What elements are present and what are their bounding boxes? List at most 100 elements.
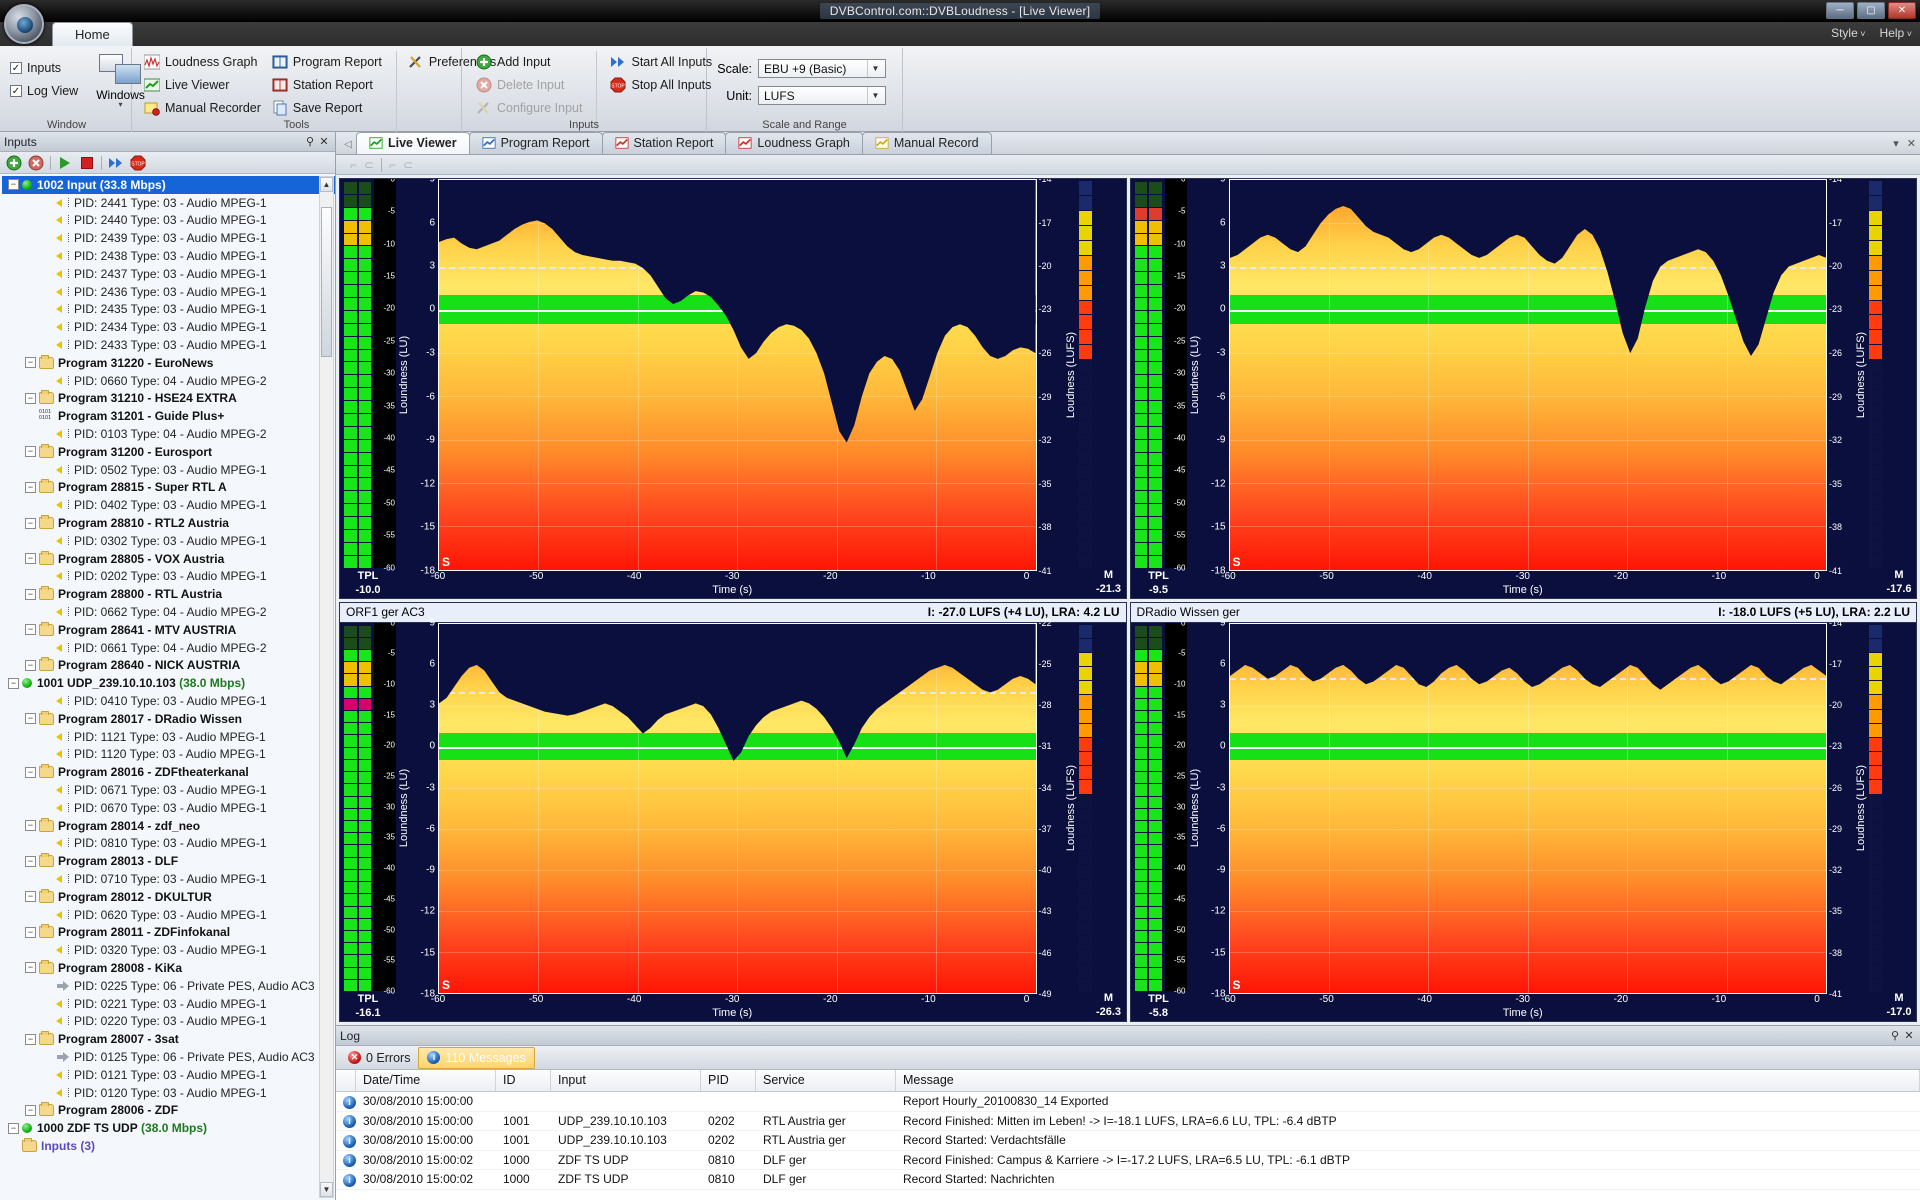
tree-item[interactable]: − Program 28014 - zdf_neo [2,817,335,835]
log-col-service[interactable]: Service [756,1070,896,1091]
tree-item[interactable]: PID: 0660 Type: 04 - Audio MPEG-2 [2,372,335,390]
tree-item[interactable]: PID: 0661 Type: 04 - Audio MPEG-2 [2,639,335,657]
btn-live-viewer[interactable]: Live Viewer [141,74,267,96]
tab-loudness-graph[interactable]: Loudness Graph [725,132,863,154]
log-col-message[interactable]: Message [896,1070,1920,1091]
inputs-tree[interactable]: − 1002 Input (33.8 Mbps) PID: 2441 Type: 0… [0,174,335,1200]
btn-configure-input[interactable]: Configure Input [473,97,588,119]
tree-item[interactable]: PID: 2435 Type: 03 - Audio MPEG-1 [2,301,335,319]
tree-expander-icon[interactable]: − [25,1033,36,1045]
help-menu[interactable]: Help [1880,26,1912,40]
tree-item[interactable]: − Program 28007 - 3sat [2,1030,335,1048]
tree-item[interactable]: PID: 2436 Type: 03 - Audio MPEG-1 [2,283,335,301]
pin-icon[interactable]: ⚲ [1888,1029,1902,1042]
log-col-pid[interactable]: PID [701,1070,756,1091]
tree-expander-icon[interactable]: − [25,446,36,458]
tree-item[interactable]: − 1001 UDP_239.10.10.103 (38.0 Mbps) [2,674,335,692]
log-tabs[interactable]: ✕ 0 Errors i 110 Messages [336,1046,1920,1070]
tree-item[interactable]: − Program 28641 - MTV AUSTRIA [2,621,335,639]
tree-item[interactable]: PID: 0220 Type: 03 - Audio MPEG-1 [2,1012,335,1030]
delete-icon[interactable] [28,155,44,171]
style-menu[interactable]: Style [1831,26,1865,40]
tree-item[interactable]: PID: 0402 Type: 03 - Audio MPEG-1 [2,496,335,514]
tree-expander-icon[interactable]: − [25,553,36,565]
tab-close-icon[interactable]: ✕ [1907,137,1916,150]
tree-expander-icon[interactable]: − [25,1104,36,1116]
tree-item[interactable]: PID: 2439 Type: 03 - Audio MPEG-1 [2,229,335,247]
tree-expander-icon[interactable]: − [25,766,36,778]
log-tab-errors[interactable]: ✕ 0 Errors [340,1048,418,1068]
scroll-down-icon[interactable]: ▼ [320,1182,333,1197]
log-col-id[interactable]: ID [496,1070,551,1091]
tree-item[interactable]: PID: 0502 Type: 03 - Audio MPEG-1 [2,461,335,479]
tree-item[interactable]: PID: 0202 Type: 03 - Audio MPEG-1 [2,568,335,586]
scroll-up-icon[interactable]: ▲ [320,177,333,192]
loudness-plot[interactable]: S [1228,622,1827,994]
btn-loudness-graph[interactable]: Loudness Graph [141,51,267,73]
btn-add-input[interactable]: Add Input [473,51,588,73]
log-tab-messages[interactable]: i 110 Messages [418,1046,535,1069]
tree-item[interactable]: PID: 2438 Type: 03 - Audio MPEG-1 [2,247,335,265]
close-icon[interactable]: ✕ [317,135,331,148]
tree-item[interactable]: − Program 31220 - EuroNews [2,354,335,372]
minimize-button[interactable]: ─ [1826,2,1854,19]
tree-item[interactable]: 0101 0101 Program 31201 - Guide Plus+ [2,407,335,425]
check-inputs[interactable]: ✓ Inputs [7,57,84,79]
tree-item[interactable]: − Program 28012 - DKULTUR [2,888,335,906]
tree-expander-icon[interactable]: − [8,677,19,689]
tree-item[interactable]: − Program 31210 - HSE24 EXTRA [2,390,335,408]
scale-select[interactable]: EBU +9 (Basic) ▼ [758,59,886,78]
tree-item[interactable]: PID: 0620 Type: 03 - Audio MPEG-1 [2,906,335,924]
tree-item[interactable]: PID: 0410 Type: 03 - Audio MPEG-1 [2,692,335,710]
unit-select[interactable]: LUFS ▼ [758,86,886,105]
tree-item[interactable]: PID: 0120 Type: 03 - Audio MPEG-1 [2,1084,335,1102]
tree-expander-icon[interactable]: − [25,962,36,974]
tab-live-viewer[interactable]: Live Viewer [356,132,470,154]
close-icon[interactable]: ✕ [1902,1029,1916,1042]
tree-item[interactable]: − Program 28016 - ZDFtheaterkanal [2,763,335,781]
tab-list-icon[interactable]: ▾ [1893,137,1899,150]
btn-program-report[interactable]: Program Report [269,51,388,73]
tree-item[interactable]: − Program 28017 - DRadio Wissen [2,710,335,728]
tree-item[interactable]: − 1000 ZDF TS UDP (38.0 Mbps) [2,1119,335,1137]
tree-expander-icon[interactable]: − [25,481,36,493]
tree-item[interactable]: PID: 0225 Type: 06 - Private PES, Audio … [2,977,335,995]
log-table-body[interactable]: i 30/08/2010 15:00:00 Report Hourly_201008… [336,1092,1920,1200]
tree-expander-icon[interactable]: − [25,392,36,404]
loudness-plot[interactable]: S [438,179,1037,571]
tree-item[interactable]: PID: 0221 Type: 03 - Audio MPEG-1 [2,995,335,1013]
tree-item[interactable]: PID: 0810 Type: 03 - Audio MPEG-1 [2,834,335,852]
loudness-panel-4[interactable]: DRadio Wissen ger I: -18.0 LUFS (+5 LU), … [1129,601,1917,1022]
tree-item[interactable]: − Program 28013 - DLF [2,852,335,870]
tree-item[interactable]: PID: 2441 Type: 03 - Audio MPEG-1 [2,194,335,212]
tree-expander-icon[interactable]: − [8,179,19,191]
tab-manual-record[interactable]: Manual Record [861,132,992,154]
tree-item[interactable]: PID: 0670 Type: 03 - Audio MPEG-1 [2,799,335,817]
tree-item[interactable]: − Program 28640 - NICK AUSTRIA [2,657,335,675]
loudness-plot[interactable]: S [1228,179,1827,571]
btn-station-report[interactable]: Station Report [269,74,388,96]
stop-all-icon[interactable]: STOP [130,155,146,171]
viewer-toolbar[interactable]: ⌐ ⊂ ⌐ ⊂ [336,155,1920,175]
start-all-icon[interactable] [108,155,124,171]
tree-item[interactable]: − Program 28011 - ZDFinfokanal [2,923,335,941]
tree-item[interactable]: PID: 0320 Type: 03 - Audio MPEG-1 [2,941,335,959]
tree-expander-icon[interactable]: − [25,713,36,725]
tree-item[interactable]: PID: 2434 Type: 03 - Audio MPEG-1 [2,318,335,336]
log-col-input[interactable]: Input [551,1070,701,1091]
loudness-plot[interactable]: S [438,622,1037,994]
log-row[interactable]: i 30/08/2010 15:00:02 1000 ZDF TS UDP 0810 DL… [336,1170,1920,1190]
pin-icon[interactable]: ⚲ [303,135,317,148]
log-row[interactable]: i 30/08/2010 15:00:00 1001 UDP_239.10.10.10… [336,1131,1920,1151]
tree-item[interactable]: − Program 28805 - VOX Austria [2,550,335,568]
log-col-datetime[interactable]: Date/Time [356,1070,496,1091]
app-orb-icon[interactable] [4,4,44,44]
maximize-button[interactable]: ▢ [1857,2,1885,19]
tree-item[interactable]: − Program 28800 - RTL Austria [2,585,335,603]
tree-expander-icon[interactable]: − [25,891,36,903]
tree-item[interactable]: PID: 0662 Type: 04 - Audio MPEG-2 [2,603,335,621]
btn-save-report[interactable]: Save Report [269,97,388,119]
tree-expander-icon[interactable]: − [25,820,36,832]
btn-delete-input[interactable]: Delete Input [473,74,588,96]
tree-item[interactable]: PID: 0671 Type: 03 - Audio MPEG-1 [2,781,335,799]
